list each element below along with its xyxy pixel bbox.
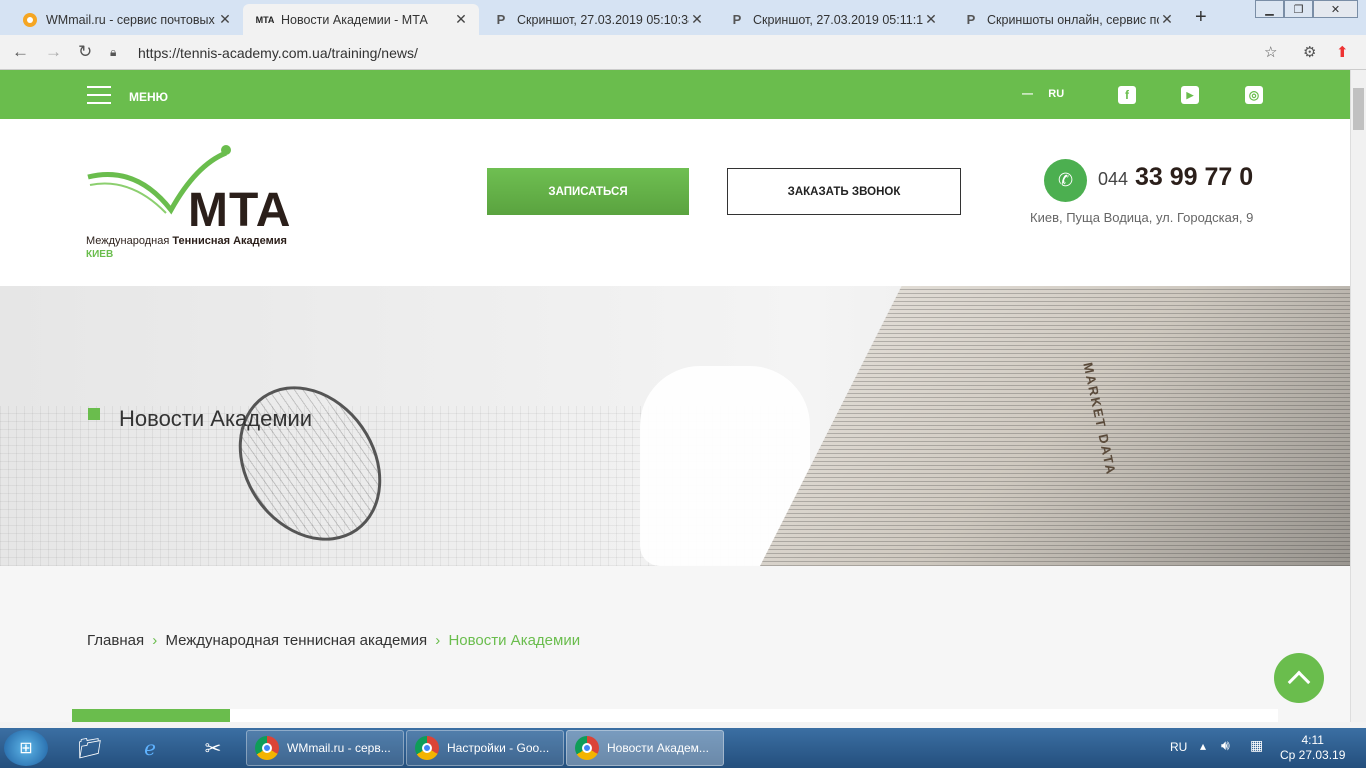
system-clock[interactable]: 4:11 Ср 27.03.19 bbox=[1280, 733, 1345, 763]
extension-icon[interactable]: ⚙ bbox=[1303, 43, 1316, 61]
breadcrumb-parent[interactable]: Международная теннисная академия bbox=[165, 632, 427, 649]
top-nav-bar: МЕНЮ — RU f ▶ ◎ bbox=[0, 70, 1350, 119]
browser-tab-screenshots-online[interactable]: P Скриншоты онлайн, сервис по ✕ bbox=[949, 4, 1185, 35]
back-icon[interactable]: ← bbox=[12, 42, 29, 62]
start-button[interactable]: ⊞ bbox=[4, 730, 48, 766]
signup-button[interactable]: ЗАПИСАТЬСЯ bbox=[487, 168, 689, 215]
lock-icon: 🔒︎ bbox=[110, 45, 117, 59]
tab-title: Новости Академии - МТА bbox=[281, 12, 428, 27]
browser-tab-strip: WMmail.ru - сервис почтовых р ✕ MTA Ново… bbox=[0, 0, 1366, 35]
address-bar[interactable]: 🔒︎ https://tennis-academy.com.ua/trainin… bbox=[110, 39, 1290, 66]
chrome-icon bbox=[415, 736, 439, 760]
request-call-button[interactable]: ЗАКАЗАТЬ ЗВОНОК bbox=[727, 168, 961, 215]
close-icon[interactable]: ✕ bbox=[217, 11, 233, 28]
browser-tab-wmmail[interactable]: WMmail.ru - сервис почтовых р ✕ bbox=[8, 4, 243, 35]
app-icon[interactable]: ✂ bbox=[193, 732, 233, 764]
close-window-icon[interactable]: ✕ bbox=[1313, 0, 1358, 18]
lang-code: RU bbox=[1048, 88, 1065, 100]
breadcrumb-separator: › bbox=[435, 632, 441, 649]
wmmail-icon bbox=[22, 12, 38, 28]
bookmark-star-icon[interactable]: ☆ bbox=[1264, 43, 1277, 61]
reload-icon[interactable]: ↻ bbox=[78, 42, 92, 62]
keyboard-language[interactable]: RU bbox=[1170, 740, 1187, 754]
url-text: https://tennis-academy.com.ua/training/n… bbox=[138, 44, 418, 61]
browser-tab-screenshot-1[interactable]: P Скриншот, 27.03.2019 05:10:38 ✕ bbox=[479, 4, 715, 35]
minimize-icon[interactable]: ▁ bbox=[1255, 0, 1284, 18]
chevron-up-icon bbox=[1287, 670, 1311, 693]
p-icon: P bbox=[966, 12, 976, 27]
browser-tab-screenshot-2[interactable]: P Скриншот, 27.03.2019 05:11:15 ✕ bbox=[715, 4, 949, 35]
logo-mark: MTA bbox=[188, 184, 292, 237]
youtube-icon[interactable]: ▶ bbox=[1181, 86, 1199, 104]
newspaper-image bbox=[760, 286, 1350, 566]
mta-icon: MTA bbox=[255, 14, 275, 25]
breadcrumb: Главная › Международная теннисная академ… bbox=[87, 632, 580, 649]
breadcrumb-separator: › bbox=[152, 632, 158, 649]
tray-arrow-icon[interactable]: ▴ bbox=[1200, 739, 1206, 753]
page-scrollbar[interactable] bbox=[1350, 70, 1366, 722]
tab-title: Скриншот, 27.03.2019 05:10:38 bbox=[517, 12, 689, 27]
content-card bbox=[72, 709, 1278, 722]
tab-title: Скриншоты онлайн, сервис по bbox=[987, 12, 1159, 27]
hero-banner: MARKET DATA Новости Академии bbox=[0, 286, 1350, 566]
taskbar-item-wmmail[interactable]: WMmail.ru - серв... bbox=[246, 730, 404, 766]
logo-subtitle: Международная Теннисная Академия bbox=[86, 235, 287, 247]
taskbar-item-news[interactable]: Новости Академ... bbox=[566, 730, 724, 766]
title-bullet bbox=[88, 408, 100, 420]
scrollbar-thumb[interactable] bbox=[1353, 88, 1364, 130]
logo-city: КИЕВ bbox=[86, 249, 114, 260]
chrome-icon bbox=[255, 736, 279, 760]
breadcrumb-home[interactable]: Главная bbox=[87, 632, 144, 649]
window-controls: ▁ ❐ ✕ bbox=[1255, 0, 1358, 18]
tab-title: WMmail.ru - сервис почтовых р bbox=[46, 12, 217, 27]
phone-icon[interactable]: ✆ bbox=[1044, 159, 1087, 202]
new-tab-icon[interactable]: + bbox=[1195, 6, 1207, 29]
update-icon[interactable]: ⬆ bbox=[1336, 43, 1349, 61]
site-header: MTA Международная Теннисная Академия КИЕ… bbox=[0, 119, 1350, 286]
browser-tab-mta[interactable]: MTA Новости Академии - МТА ✕ bbox=[243, 4, 479, 35]
phone-number[interactable]: 044 33 99 77 0 bbox=[1098, 163, 1253, 192]
p-icon: P bbox=[732, 12, 742, 27]
facebook-icon[interactable]: f bbox=[1118, 86, 1136, 104]
close-icon[interactable]: ✕ bbox=[453, 11, 469, 28]
taskbar-item-settings[interactable]: Настройки - Goo... bbox=[406, 730, 564, 766]
close-icon[interactable]: ✕ bbox=[923, 11, 939, 28]
page-title: Новости Академии bbox=[119, 406, 313, 431]
windows-taskbar: ⊞ 📁︎ ℯ ✂ WMmail.ru - серв... Настройки -… bbox=[0, 728, 1366, 768]
address: Киев, Пуща Водица, ул. Городская, 9 bbox=[1030, 210, 1254, 225]
close-icon[interactable]: ✕ bbox=[1159, 11, 1175, 28]
tab-title: Скриншот, 27.03.2019 05:11:15 bbox=[753, 12, 923, 27]
scroll-to-top-button[interactable] bbox=[1274, 653, 1324, 703]
clock-time: 4:11 bbox=[1301, 733, 1324, 747]
close-icon[interactable]: ✕ bbox=[689, 11, 705, 28]
site-logo[interactable]: MTA Международная Теннисная Академия КИЕ… bbox=[86, 145, 301, 265]
web-page: МЕНЮ — RU f ▶ ◎ MTA Международная Теннис… bbox=[0, 70, 1350, 722]
restore-icon[interactable]: ❐ bbox=[1284, 0, 1313, 18]
internet-explorer-icon[interactable]: ℯ bbox=[130, 732, 170, 764]
breadcrumb-current: Новости Академии bbox=[448, 632, 581, 649]
hamburger-menu-icon[interactable] bbox=[87, 86, 111, 104]
content-tab[interactable] bbox=[72, 709, 230, 722]
instagram-icon[interactable]: ◎ bbox=[1245, 86, 1263, 104]
p-icon: P bbox=[496, 12, 506, 27]
forward-icon[interactable]: → bbox=[45, 42, 62, 62]
language-switch[interactable]: — RU bbox=[1022, 88, 1064, 100]
lang-dash: — bbox=[1022, 88, 1033, 100]
clock-date: Ср 27.03.19 bbox=[1280, 748, 1346, 762]
volume-icon[interactable]: 🔊︎ bbox=[1221, 737, 1230, 754]
chrome-icon bbox=[575, 736, 599, 760]
explorer-icon[interactable]: 📁︎ bbox=[70, 732, 110, 764]
browser-toolbar: ← → ↻ 🔒︎ https://tennis-academy.com.ua/t… bbox=[0, 35, 1366, 70]
network-icon[interactable]: ▦ bbox=[1250, 737, 1263, 754]
menu-label[interactable]: МЕНЮ bbox=[129, 90, 168, 104]
